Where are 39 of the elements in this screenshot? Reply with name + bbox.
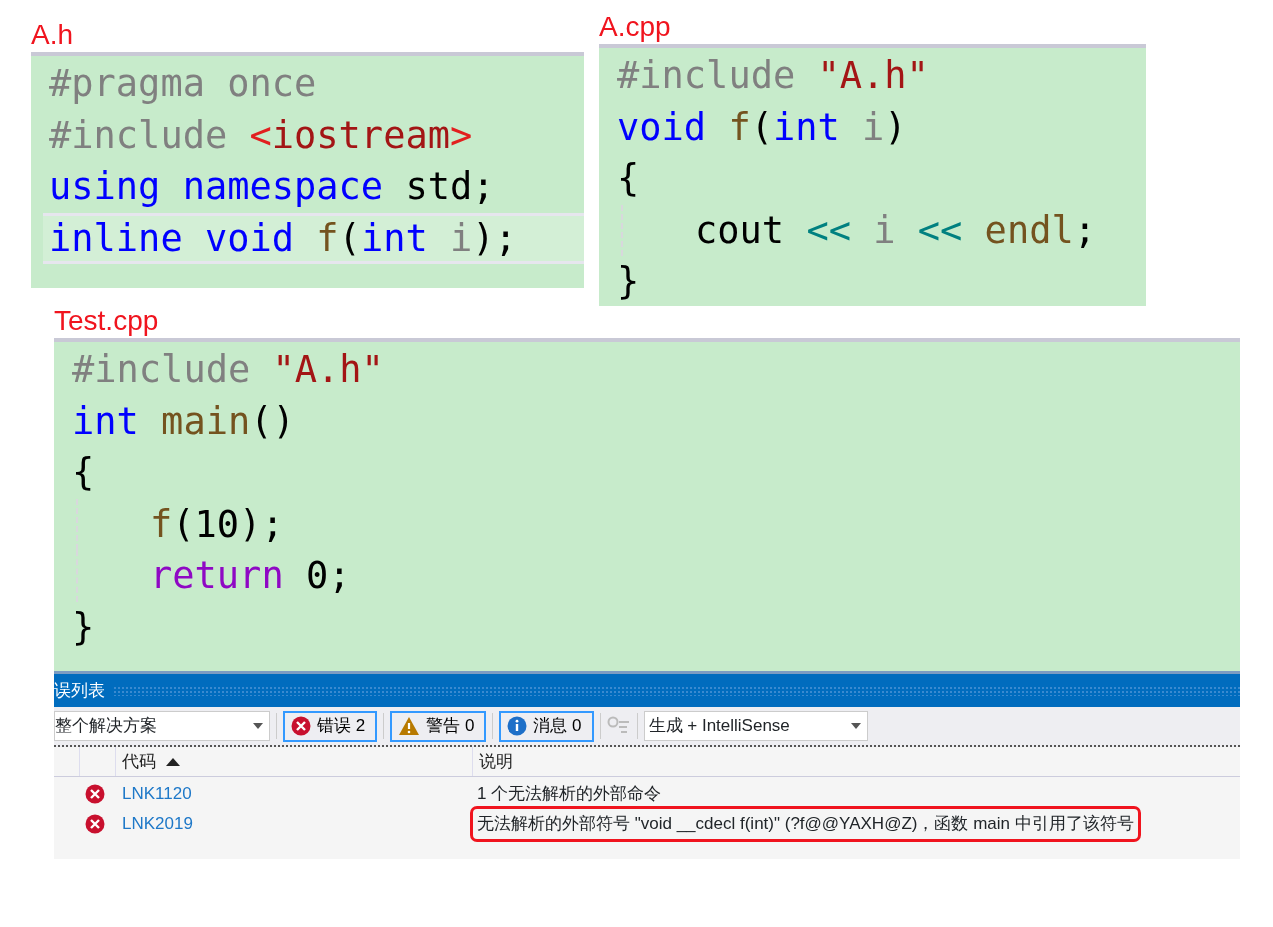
sort-ascending-icon	[166, 757, 180, 766]
filter-button[interactable]: 错误 2	[283, 710, 378, 742]
code-line: inline void f(int i);	[49, 215, 517, 262]
code-line: int main()	[72, 398, 295, 445]
error-description: 1 个无法解析的外部命令	[476, 783, 663, 806]
scope-dropdown[interactable]: 整个解决方案	[54, 711, 270, 741]
code-line: {	[617, 156, 640, 202]
code-line: #pragma once	[49, 61, 317, 107]
file-label: Test.cpp	[54, 304, 160, 338]
code-line: void f(int i)	[617, 104, 907, 151]
info-icon	[507, 716, 528, 736]
column-header[interactable]: 说明	[479, 748, 513, 775]
panel-title: 误列表	[54, 679, 105, 702]
filter-icon[interactable]	[606, 716, 631, 736]
error-code-link[interactable]: LNK1120	[122, 781, 473, 807]
filter-button[interactable]: 消息 0	[499, 710, 594, 742]
error-icon	[85, 784, 105, 804]
code-line: #include <iostream>	[49, 112, 473, 159]
error-icon	[85, 814, 105, 834]
file-label: A.cpp	[599, 10, 672, 44]
column-header[interactable]: 代码	[122, 748, 156, 775]
caret-icon	[253, 723, 263, 729]
code-line: {	[72, 450, 95, 496]
code-line: #include "A.h"	[72, 347, 384, 393]
code-line: using namespace std;	[49, 164, 495, 210]
code-line: }	[617, 259, 640, 305]
file-label: A.h	[31, 18, 75, 52]
code-line: f(10);	[150, 501, 284, 548]
code-line: #include "A.h"	[617, 53, 929, 99]
error-code-link[interactable]: LNK2019	[122, 811, 473, 837]
warning-icon	[398, 716, 421, 736]
code-line: cout << i << endl;	[695, 207, 1096, 254]
source-dropdown[interactable]: 生成 + IntelliSense	[643, 711, 868, 741]
error-description: 无法解析的外部符号 "void __cdecl f(int)" (?f@@YAXH@Z)，函数 main 中引用了该符号	[473, 809, 1138, 839]
caret-icon	[850, 723, 861, 729]
filter-button[interactable]: 警告 0	[390, 710, 487, 742]
code-line: return 0;	[150, 553, 351, 599]
error-icon	[291, 716, 311, 736]
code-line: }	[72, 604, 95, 651]
